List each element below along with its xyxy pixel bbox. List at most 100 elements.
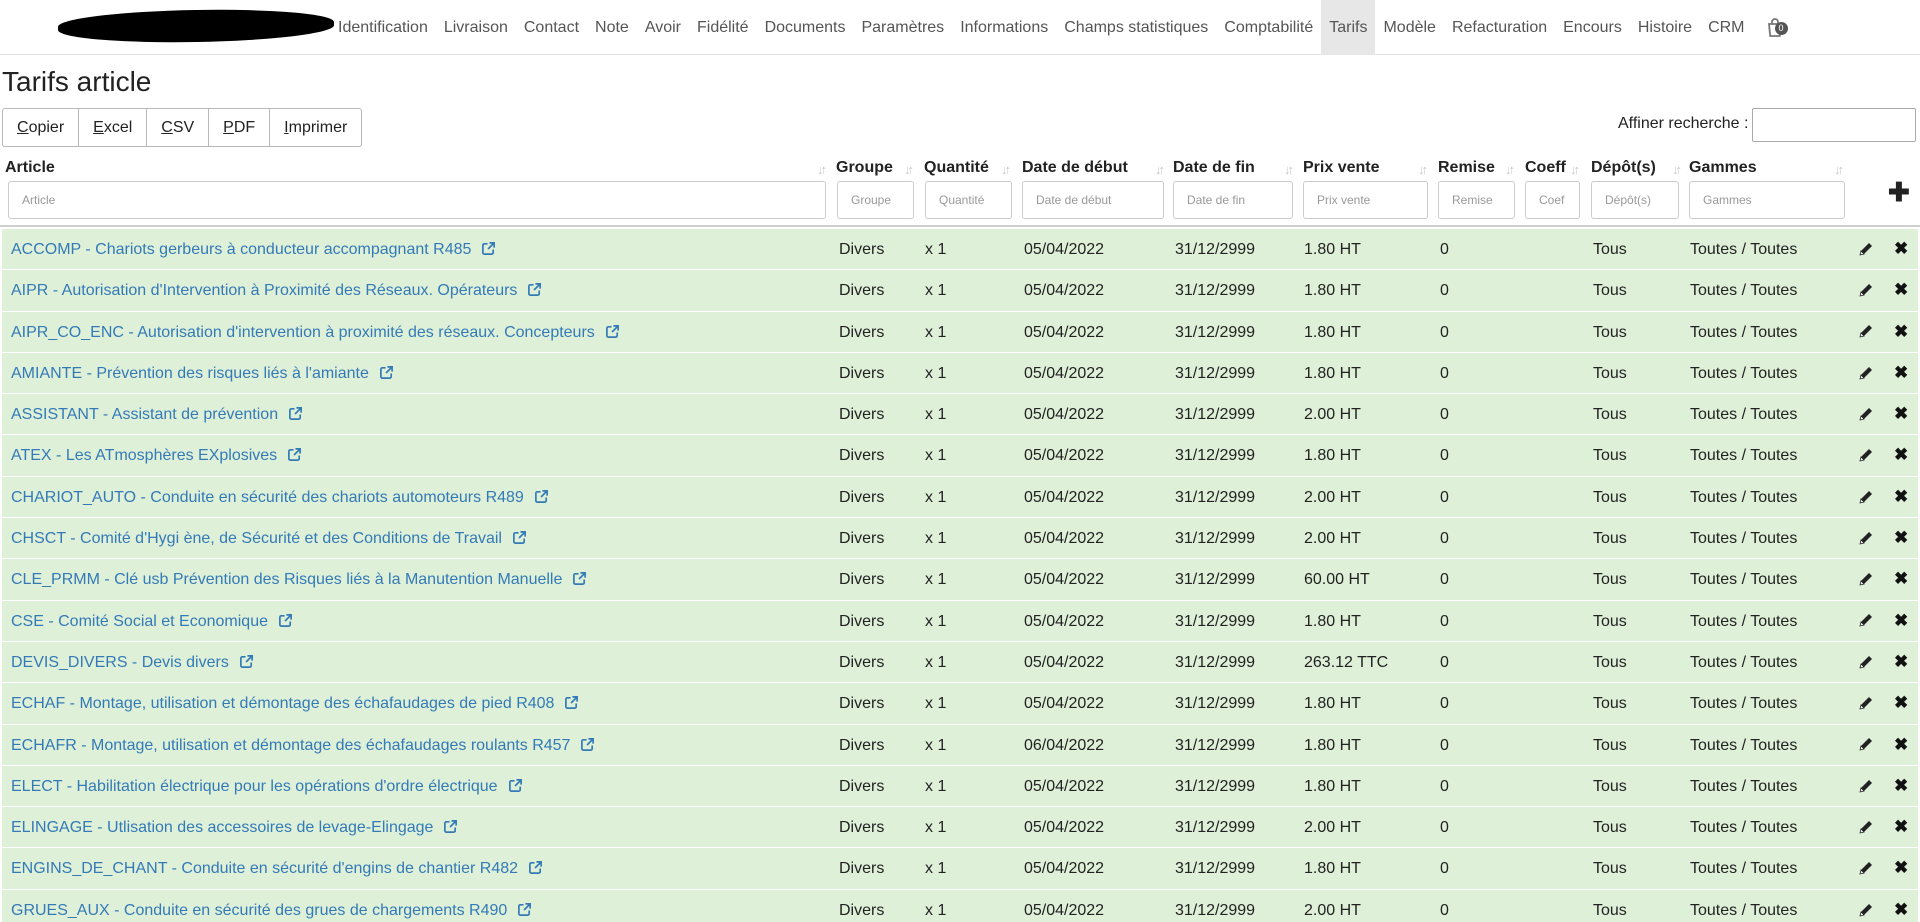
nav-tab-parametres[interactable]: Paramètres	[853, 0, 952, 55]
delete-icon[interactable]: ✖	[1894, 312, 1908, 351]
nav-tab-documents[interactable]: Documents	[757, 0, 854, 55]
delete-icon[interactable]: ✖	[1894, 807, 1908, 846]
article-link[interactable]: ASSISTANT - Assistant de prévention	[11, 394, 303, 437]
external-link-icon[interactable]	[528, 850, 543, 891]
cart-button[interactable]: 0	[1753, 0, 1797, 55]
export-csv-button[interactable]: CSV	[147, 108, 210, 147]
article-link[interactable]: AIPR - Autorisation d'Intervention à Pro…	[11, 270, 542, 313]
article-link[interactable]: CSE - Comité Social et Economique	[11, 601, 293, 644]
nav-tab-livraison[interactable]: Livraison	[436, 0, 516, 55]
article-link[interactable]: ECHAF - Montage, utilisation et démontag…	[11, 683, 579, 726]
edit-icon[interactable]	[1858, 229, 1874, 268]
article-link[interactable]: CHSCT - Comité d'Hygi ène, de Sécurité e…	[11, 518, 527, 561]
sort-icon[interactable]: ↓↑	[1570, 162, 1580, 177]
column-header-groupe[interactable]: Groupe	[836, 159, 893, 177]
sort-icon[interactable]: ↓↑	[904, 162, 914, 177]
edit-icon[interactable]	[1858, 725, 1874, 764]
article-link[interactable]: DEVIS_DIVERS - Devis divers	[11, 642, 254, 685]
article-link[interactable]: CHARIOT_AUTO - Conduite en sécurité des …	[11, 477, 549, 520]
edit-icon[interactable]	[1858, 353, 1874, 392]
nav-tab-comptabilite[interactable]: Comptabilité	[1216, 0, 1321, 55]
column-header-article[interactable]: Article	[5, 159, 55, 177]
external-link-icon[interactable]	[239, 644, 254, 685]
edit-icon[interactable]	[1858, 642, 1874, 681]
export-pdf-button[interactable]: PDF	[209, 108, 271, 147]
column-header-date-de-debut[interactable]: Date de début	[1022, 159, 1128, 177]
external-link-icon[interactable]	[564, 685, 579, 726]
delete-icon[interactable]: ✖	[1894, 435, 1908, 474]
article-link[interactable]: GRUES_AUX - Conduite en sécurité des gru…	[11, 890, 532, 922]
nav-tab-encours[interactable]: Encours	[1555, 0, 1630, 55]
nav-tab-avoir[interactable]: Avoir	[637, 0, 689, 55]
delete-icon[interactable]: ✖	[1894, 642, 1908, 681]
delete-icon[interactable]: ✖	[1894, 559, 1908, 598]
filter-input-date-de-debut[interactable]	[1022, 181, 1164, 219]
filter-input-coeff[interactable]	[1525, 181, 1580, 219]
nav-tab-note[interactable]: Note	[587, 0, 637, 55]
export-excel-button[interactable]: Excel	[79, 108, 148, 147]
delete-icon[interactable]: ✖	[1894, 848, 1908, 887]
delete-icon[interactable]: ✖	[1894, 394, 1908, 433]
filter-input-groupe[interactable]	[837, 181, 914, 219]
delete-icon[interactable]: ✖	[1894, 601, 1908, 640]
article-link[interactable]: ELINGAGE - Utlisation des accessoires de…	[11, 807, 458, 850]
filter-input-prix-vente[interactable]	[1303, 181, 1428, 219]
sort-icon[interactable]: ↓↑	[1505, 162, 1515, 177]
filter-input-depot-s[interactable]	[1591, 181, 1679, 219]
external-link-icon[interactable]	[379, 355, 394, 396]
delete-icon[interactable]: ✖	[1894, 766, 1908, 805]
external-link-icon[interactable]	[443, 809, 458, 850]
nav-tab-champs-statistiques[interactable]: Champs statistiques	[1056, 0, 1216, 55]
edit-icon[interactable]	[1858, 435, 1874, 474]
article-link[interactable]: ELECT - Habilitation électrique pour les…	[11, 766, 523, 809]
filter-input-gammes[interactable]	[1689, 181, 1845, 219]
external-link-icon[interactable]	[287, 437, 302, 478]
edit-icon[interactable]	[1858, 601, 1874, 640]
column-header-quantite[interactable]: Quantité	[924, 159, 989, 177]
column-header-remise[interactable]: Remise	[1438, 159, 1495, 177]
filter-input-quantite[interactable]	[925, 181, 1012, 219]
nav-tab-contact[interactable]: Contact	[516, 0, 587, 55]
export-imprimer-button[interactable]: Imprimer	[270, 108, 363, 147]
column-header-gammes[interactable]: Gammes	[1689, 159, 1757, 177]
external-link-icon[interactable]	[288, 396, 303, 437]
external-link-icon[interactable]	[572, 561, 587, 602]
delete-icon[interactable]: ✖	[1894, 353, 1908, 392]
edit-icon[interactable]	[1858, 766, 1874, 805]
filter-input-remise[interactable]	[1438, 181, 1515, 219]
article-link[interactable]: AIPR_CO_ENC - Autorisation d'interventio…	[11, 312, 620, 355]
article-link[interactable]: AMIANTE - Prévention des risques liés à …	[11, 353, 394, 396]
nav-tab-informations[interactable]: Informations	[952, 0, 1056, 55]
edit-icon[interactable]	[1858, 683, 1874, 722]
external-link-icon[interactable]	[517, 892, 532, 922]
edit-icon[interactable]	[1858, 890, 1874, 922]
delete-icon[interactable]: ✖	[1894, 518, 1908, 557]
export-copier-button[interactable]: Copier	[2, 108, 80, 147]
nav-tab-refacturation[interactable]: Refacturation	[1444, 0, 1555, 55]
external-link-icon[interactable]	[534, 479, 549, 520]
sort-icon[interactable]: ↓↑	[1001, 162, 1011, 177]
column-header-coeff[interactable]: Coeff	[1525, 159, 1566, 177]
nav-tab-modele[interactable]: Modèle	[1375, 0, 1443, 55]
external-link-icon[interactable]	[508, 768, 523, 809]
nav-tab-histoire[interactable]: Histoire	[1630, 0, 1700, 55]
article-link[interactable]: CLE_PRMM - Clé usb Prévention des Risque…	[11, 559, 587, 602]
external-link-icon[interactable]	[527, 272, 542, 313]
external-link-icon[interactable]	[580, 727, 595, 768]
nav-tab-fidelite[interactable]: Fidélité	[689, 0, 757, 55]
edit-icon[interactable]	[1858, 394, 1874, 433]
nav-tab-tarifs[interactable]: Tarifs	[1321, 0, 1376, 55]
external-link-icon[interactable]	[481, 231, 496, 272]
nav-tab-identification[interactable]: Identification	[330, 0, 436, 55]
article-link[interactable]: ENGINS_DE_CHANT - Conduite en sécurité d…	[11, 848, 543, 891]
add-tariff-button[interactable]: ✚	[1888, 177, 1910, 208]
article-link[interactable]: ACCOMP - Chariots gerbeurs à conducteur …	[11, 229, 496, 272]
edit-icon[interactable]	[1858, 518, 1874, 557]
nav-tab-crm[interactable]: CRM	[1700, 0, 1752, 55]
external-link-icon[interactable]	[278, 603, 293, 644]
external-link-icon[interactable]	[512, 520, 527, 561]
search-input[interactable]	[1752, 108, 1916, 142]
edit-icon[interactable]	[1858, 848, 1874, 887]
sort-icon[interactable]: ↓↑	[1834, 162, 1844, 177]
sort-icon[interactable]: ↓↑	[1672, 162, 1682, 177]
